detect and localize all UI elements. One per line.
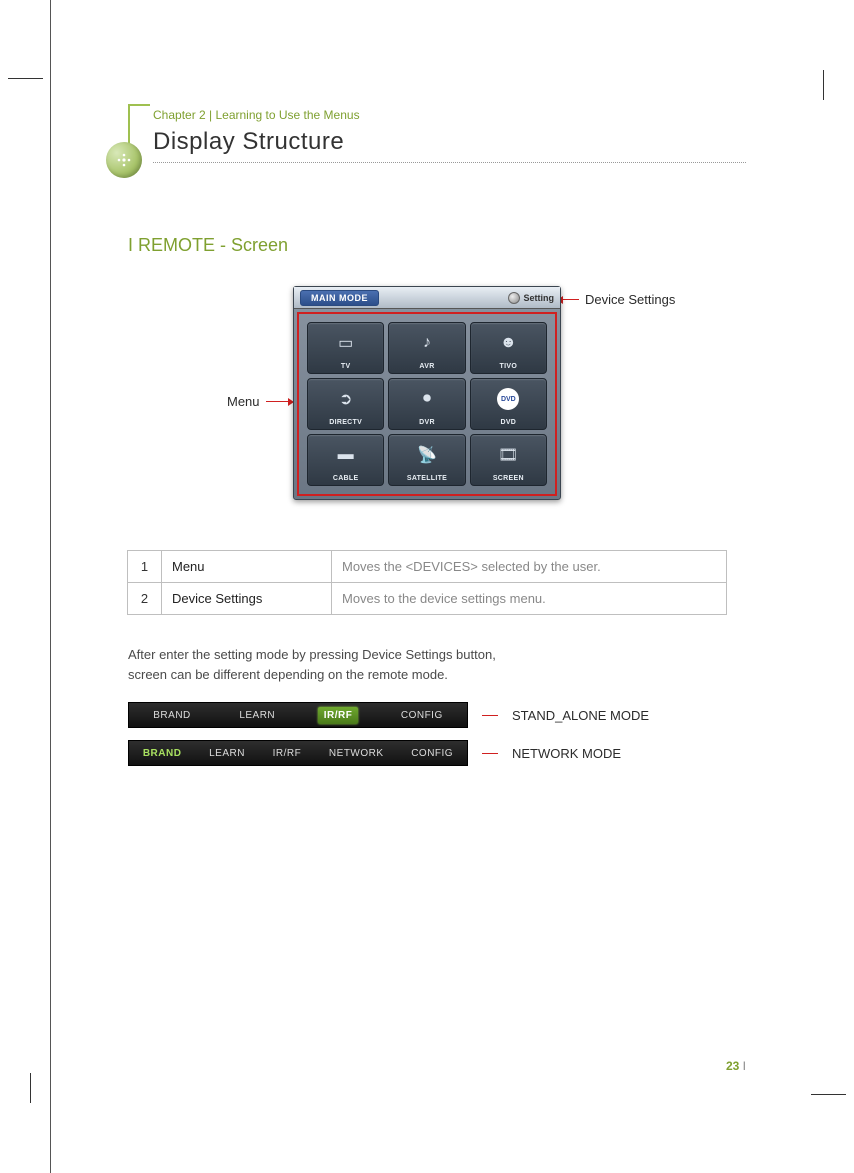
callout-label: Menu: [227, 394, 260, 409]
modebar-item-irrf[interactable]: IR/RF: [318, 707, 359, 724]
standalone-mode-label: STAND_ALONE MODE: [512, 708, 649, 723]
titlebar-settings-button[interactable]: Setting: [508, 292, 555, 304]
titlebar-mode: MAIN MODE: [300, 290, 379, 306]
titlebar-setting-label: Setting: [524, 293, 555, 303]
directv-icon: ➲: [339, 379, 352, 419]
network-modebar: BRAND LEARN IR/RF NETWORK CONFIG: [128, 740, 468, 766]
margin-rule: [50, 0, 51, 1173]
device-label: SATELLITE: [407, 475, 447, 482]
section-heading: I REMOTE - Screen: [128, 235, 746, 256]
device-label: DVD: [500, 419, 516, 426]
cable-icon: ▬: [338, 435, 354, 475]
page-number: 23 I: [726, 1059, 746, 1073]
device-grid: ▭TV ♪AVR ☻TIVO ➲DIRECTV ⏺DVR DVDDVD ▬CAB…: [297, 312, 557, 496]
device-label: TIVO: [500, 363, 518, 370]
description-table: 1 Menu Moves the <DEVICES> selected by t…: [127, 550, 727, 615]
device-label: TV: [341, 363, 351, 370]
modebar-item-learn[interactable]: LEARN: [233, 707, 281, 724]
title-divider: [153, 162, 746, 163]
network-mode-label: NETWORK MODE: [512, 746, 621, 761]
modebar-item-config[interactable]: CONFIG: [395, 707, 449, 724]
row-name: Device Settings: [162, 583, 332, 615]
callout-menu: Menu: [227, 394, 294, 409]
remote-screen: MAIN MODE Setting ▭TV ♪AVR ☻TIVO ➲DIRECT…: [293, 286, 561, 500]
device-screen[interactable]: 🎞SCREEN: [470, 434, 547, 486]
device-label: AVR: [419, 363, 434, 370]
row-desc: Moves the <DEVICES> selected by the user…: [332, 551, 727, 583]
device-dvd[interactable]: DVDDVD: [470, 378, 547, 430]
screen-icon: 🎞: [498, 435, 518, 475]
table-row: 1 Menu Moves the <DEVICES> selected by t…: [128, 551, 727, 583]
callout-label: Device Settings: [585, 292, 675, 307]
chapter-bullet-icon: [106, 142, 142, 178]
tivo-icon: ☻: [500, 323, 517, 363]
device-directv[interactable]: ➲DIRECTV: [307, 378, 384, 430]
crop-mark: [823, 70, 824, 100]
modebar-item-brand[interactable]: BRAND: [137, 745, 188, 762]
row-name: Menu: [162, 551, 332, 583]
modebar-item-brand[interactable]: BRAND: [147, 707, 197, 724]
page-header: Chapter 2 | Learning to Use the Menus Di…: [108, 108, 746, 163]
modebar-item-learn[interactable]: LEARN: [203, 745, 251, 762]
device-tivo[interactable]: ☻TIVO: [470, 322, 547, 374]
crop-mark: [30, 1073, 31, 1103]
device-cable[interactable]: ▬CABLE: [307, 434, 384, 486]
satellite-icon: 📡: [417, 435, 437, 475]
row-number: 1: [128, 551, 162, 583]
device-label: SCREEN: [493, 475, 524, 482]
callout-device-settings: Device Settings: [557, 292, 675, 307]
crop-mark: [811, 1094, 846, 1095]
device-label: CABLE: [333, 475, 359, 482]
avr-icon: ♪: [423, 323, 431, 363]
settings-gear-icon: [508, 292, 520, 304]
modebar-item-network[interactable]: NETWORK: [323, 745, 390, 762]
modebar-item-irrf[interactable]: IR/RF: [267, 745, 308, 762]
row-number: 2: [128, 583, 162, 615]
device-avr[interactable]: ♪AVR: [388, 322, 465, 374]
row-desc: Moves to the device settings menu.: [332, 583, 727, 615]
device-label: DIRECTV: [329, 419, 362, 426]
tv-icon: ▭: [338, 323, 353, 363]
dvd-icon: DVD: [497, 379, 519, 419]
chapter-label: Chapter 2 | Learning to Use the Menus: [153, 108, 746, 122]
device-satellite[interactable]: 📡SATELLITE: [388, 434, 465, 486]
table-row: 2 Device Settings Moves to the device se…: [128, 583, 727, 615]
standalone-mode-row: BRAND LEARN IR/RF CONFIG STAND_ALONE MOD…: [128, 702, 746, 728]
network-mode-row: BRAND LEARN IR/RF NETWORK CONFIG NETWORK…: [128, 740, 746, 766]
crop-mark: [8, 78, 43, 79]
standalone-modebar: BRAND LEARN IR/RF CONFIG: [128, 702, 468, 728]
remote-titlebar: MAIN MODE Setting: [294, 287, 560, 309]
modebar-item-config[interactable]: CONFIG: [405, 745, 459, 762]
page-title: Display Structure: [153, 128, 746, 156]
remote-figure: Device Settings Menu MAIN MODE Setting ▭…: [127, 286, 727, 500]
device-dvr[interactable]: ⏺DVR: [388, 378, 465, 430]
device-label: DVR: [419, 419, 435, 426]
device-tv[interactable]: ▭TV: [307, 322, 384, 374]
header-connector-line: [128, 104, 150, 144]
note-paragraph: After enter the setting mode by pressing…: [128, 645, 746, 684]
dvr-icon: ⏺: [423, 379, 431, 419]
